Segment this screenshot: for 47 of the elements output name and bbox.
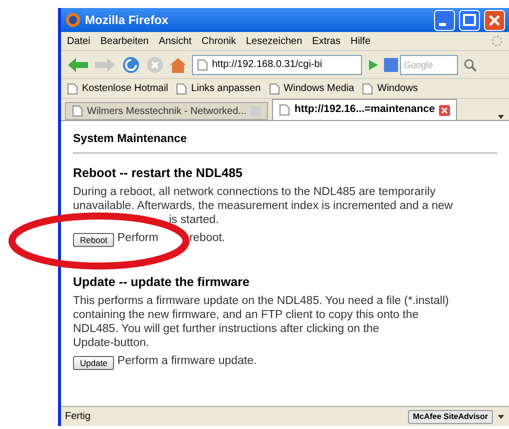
section-title: Update -- update the firmware	[73, 274, 250, 292]
section-description: This performs a firmware update on the NDL485. You need a file (*.install) containing the new firmware, and an FTP client to copy this onto the NDL485. You will get further instructions after clicking on the Update-button.	[73, 294, 450, 350]
search-field[interactable]: Google	[400, 54, 458, 74]
page-icon	[67, 82, 78, 94]
search-icon[interactable]	[463, 58, 477, 72]
page-icon	[197, 58, 208, 70]
go-arrow-icon[interactable]	[367, 58, 379, 72]
menu-item[interactable]: Lesezeichen	[246, 34, 302, 48]
window-title: Mozilla Firefox	[85, 12, 170, 29]
page-icon	[279, 104, 290, 116]
page-heading: System Maintenance	[73, 131, 497, 154]
section-title: Reboot -- restart the NDL485	[73, 165, 244, 182]
bookmark-link[interactable]: Kostenlose Hotmail	[67, 81, 168, 96]
action-description: reboot.	[189, 231, 226, 246]
action-button[interactable]: Reboot	[73, 233, 114, 248]
close-icon[interactable]	[484, 10, 505, 30]
action-description: Perform a firmware update.	[117, 354, 257, 369]
menu-item[interactable]: Datei	[67, 34, 90, 48]
browser-tab[interactable]: http://192.16...=maintenance	[272, 99, 457, 120]
page-icon	[176, 82, 188, 94]
url-field[interactable]: http://192.168.0.31/cgi-bi	[192, 54, 362, 74]
bookmark-link[interactable]: Links anpassen	[176, 81, 261, 96]
menu-item[interactable]: Ansicht	[158, 34, 192, 48]
browser-tab[interactable]: Wilmers Messtechnik - Networked...	[65, 102, 268, 120]
tab-list-arrow-icon[interactable]	[497, 114, 505, 120]
action-button[interactable]: Update	[73, 356, 114, 370]
page-icon	[72, 105, 83, 117]
back-arrow-icon[interactable]	[67, 56, 89, 72]
reload-icon[interactable]	[121, 54, 141, 74]
bookmark-link[interactable]: Windows	[362, 81, 418, 96]
status-text: Fertig	[65, 410, 91, 424]
home-icon[interactable]	[169, 56, 187, 74]
addon-badge[interactable]: McAfee SiteAdvisor	[408, 410, 493, 424]
menu-item[interactable]: Chronik	[202, 34, 236, 48]
maximize-icon[interactable]	[459, 10, 480, 30]
bookmark-link[interactable]: Windows Media	[268, 81, 354, 96]
tab-close-icon[interactable]	[438, 104, 450, 116]
menu-item[interactable]: Bearbeiten	[100, 34, 149, 48]
menu-item[interactable]: Hilfe	[350, 34, 371, 48]
page-icon	[362, 82, 374, 94]
section-description: is started.	[169, 213, 219, 227]
action-description: Perform	[117, 231, 158, 246]
menu-item[interactable]: Extras	[312, 34, 340, 48]
minimize-icon[interactable]	[434, 10, 455, 30]
page-icon	[268, 82, 280, 94]
throbber-icon	[491, 35, 503, 47]
addon-menu-arrow-icon[interactable]	[497, 414, 505, 420]
